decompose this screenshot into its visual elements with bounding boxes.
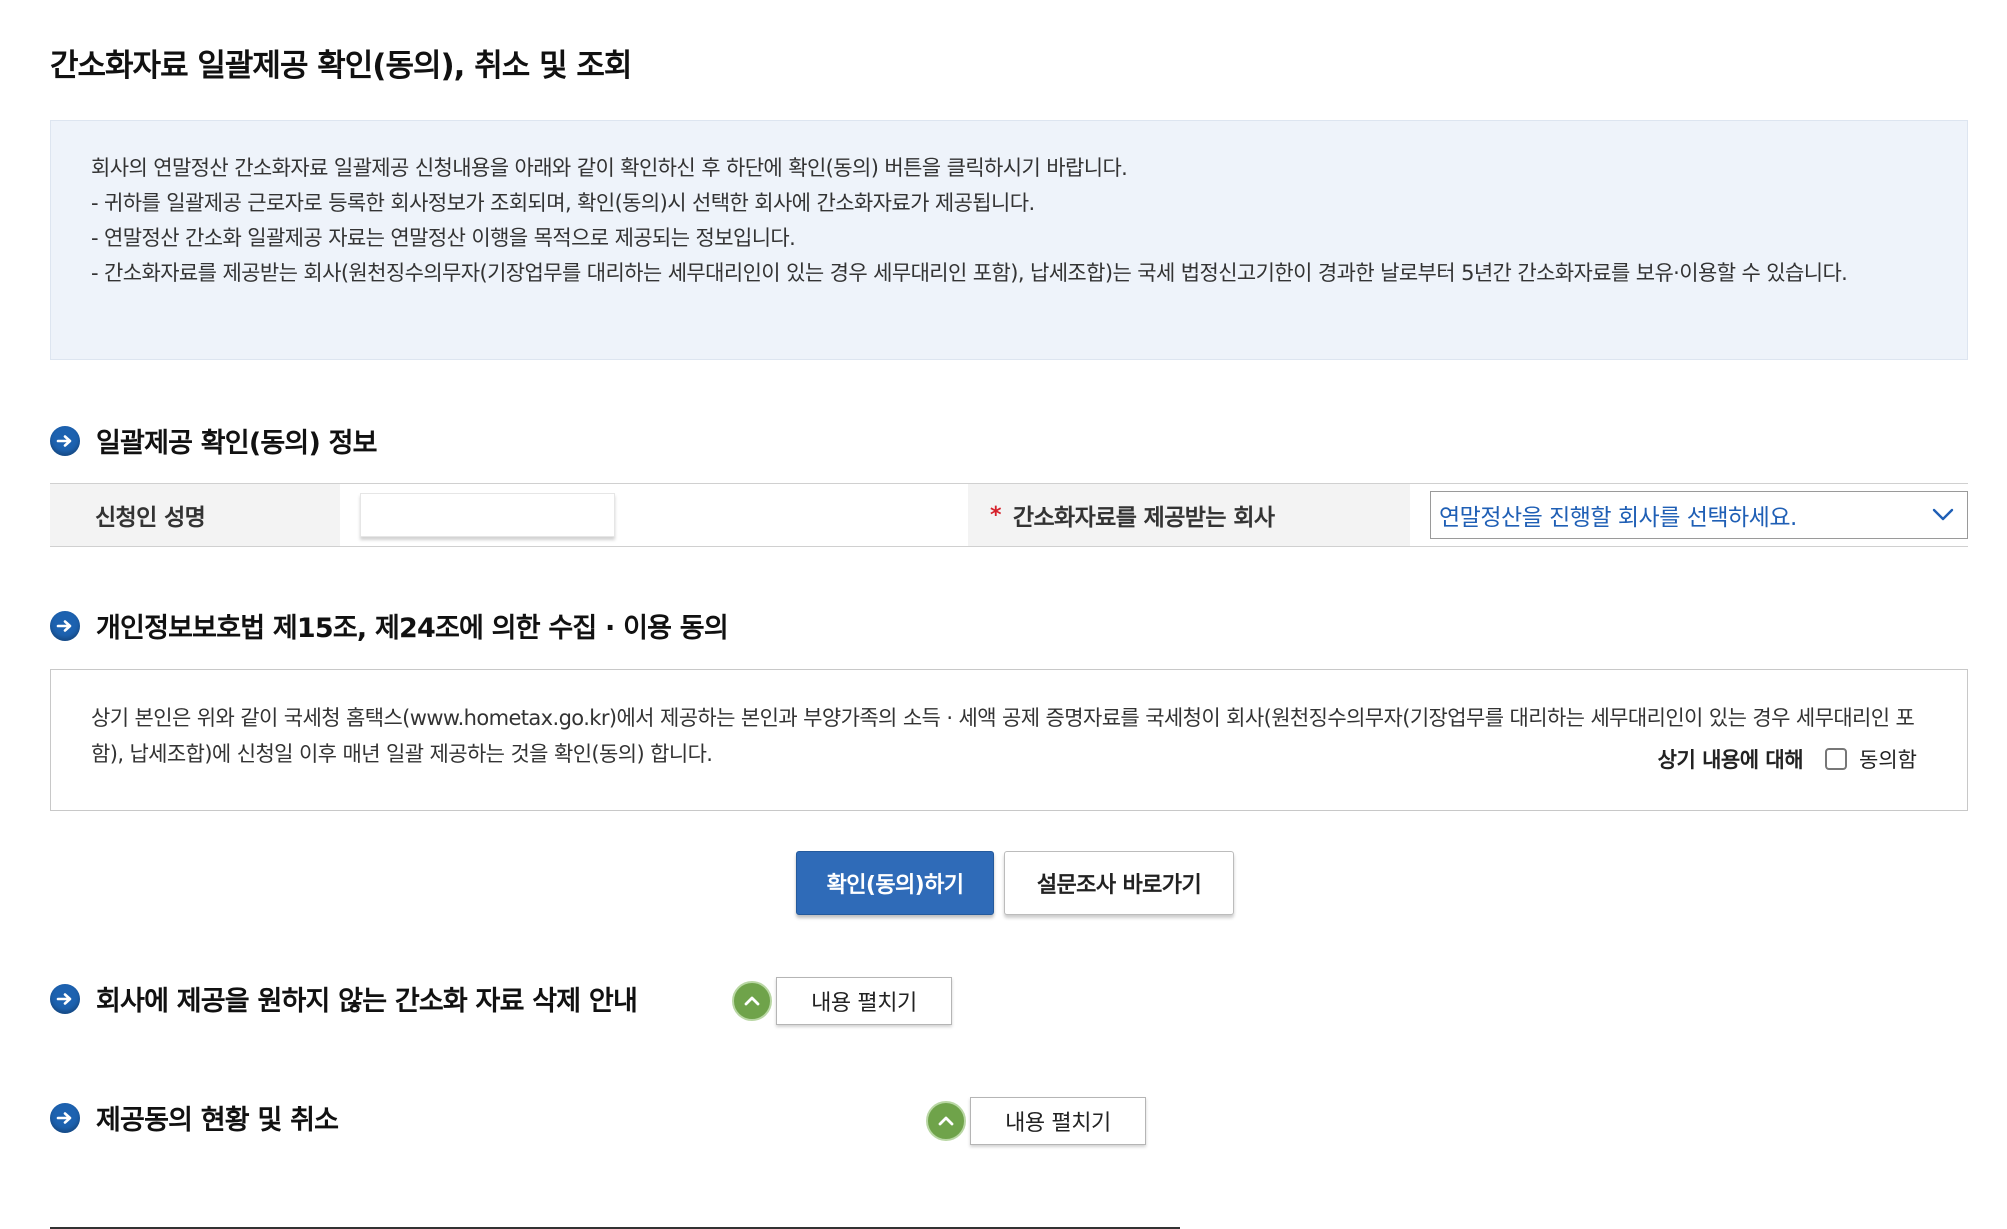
agree-prefix: 상기 내용에 대해 [1657, 748, 1804, 772]
notice-line: - 연말정산 간소화 일괄제공 자료는 연말정산 이행을 목적으로 제공되는 정… [91, 226, 796, 250]
circle-arrow-right-icon [50, 1102, 80, 1133]
agree-label[interactable]: 동의함 [1859, 744, 1917, 774]
company-select-value: 연말정산을 진행할 회사를 선택하세요. [1439, 505, 1797, 531]
privacy-section-header: 개인정보보호법 제15조, 제24조에 의한 수집 · 이용 동의 [50, 606, 729, 645]
info-table: 신청인 성명 * 간소화자료를 제공받는 회사 연말정산을 진행할 회사를 선택… [50, 483, 1968, 547]
page-title: 간소화자료 일괄제공 확인(동의), 취소 및 조회 [50, 48, 632, 84]
delete-expand-group: 내용 펼치기 [732, 977, 952, 1025]
circle-arrow-right-icon [50, 425, 80, 456]
privacy-section-title: 개인정보보호법 제15조, 제24조에 의한 수집 · 이용 동의 [96, 613, 729, 644]
info-section-title: 일괄제공 확인(동의) 정보 [96, 428, 377, 459]
applicant-value-cell [340, 484, 968, 546]
status-expand-button[interactable]: 내용 펼치기 [970, 1097, 1146, 1145]
delete-section-header: 회사에 제공을 원하지 않는 간소화 자료 삭제 안내 [50, 979, 638, 1018]
status-expand-group: 내용 펼치기 [926, 1097, 1146, 1145]
notice-box: 회사의 연말정산 간소화자료 일괄제공 신청내용을 아래와 같이 확인하신 후 … [50, 120, 1968, 360]
chevron-up-icon[interactable] [732, 981, 772, 1021]
notice-line: - 간소화자료를 제공받는 회사(원천징수의무자(기장업무를 대리하는 세무대리… [91, 261, 1848, 285]
confirm-button[interactable]: 확인(동의)하기 [796, 851, 994, 915]
company-select-cell: 연말정산을 진행할 회사를 선택하세요. [1410, 484, 1968, 546]
applicant-label: 신청인 성명 [95, 505, 206, 531]
status-section-header: 제공동의 현황 및 취소 [50, 1098, 339, 1137]
consent-box: 상기 본인은 위와 같이 국세청 홈택스(www.hometax.go.kr)에… [50, 669, 1968, 811]
notice-line: 회사의 연말정산 간소화자료 일괄제공 신청내용을 아래와 같이 확인하신 후 … [91, 156, 1128, 180]
required-mark: * [990, 502, 1002, 528]
company-select[interactable]: 연말정산을 진행할 회사를 선택하세요. [1430, 491, 1968, 539]
applicant-label-cell: 신청인 성명 [50, 484, 340, 546]
chevron-down-icon [1931, 504, 1955, 530]
company-label-cell: * 간소화자료를 제공받는 회사 [968, 484, 1410, 546]
delete-expand-button[interactable]: 내용 펼치기 [776, 977, 952, 1025]
agree-row: 상기 내용에 대해 동의함 [1658, 744, 1917, 774]
delete-section-title: 회사에 제공을 원하지 않는 간소화 자료 삭제 안내 [96, 986, 638, 1017]
company-label: 간소화자료를 제공받는 회사 [1012, 505, 1275, 531]
agree-checkbox[interactable] [1825, 748, 1848, 770]
applicant-name-field [360, 493, 615, 537]
chevron-up-icon[interactable] [926, 1101, 966, 1141]
circle-arrow-right-icon [50, 610, 80, 641]
notice-line: - 귀하를 일괄제공 근로자로 등록한 회사정보가 조회되며, 확인(동의)시 … [91, 191, 1035, 215]
info-section-header: 일괄제공 확인(동의) 정보 [50, 421, 377, 460]
circle-arrow-right-icon [50, 983, 80, 1014]
status-section-title: 제공동의 현황 및 취소 [96, 1105, 339, 1136]
consent-text: 상기 본인은 위와 같이 국세청 홈택스(www.hometax.go.kr)에… [91, 706, 1915, 766]
survey-button[interactable]: 설문조사 바로가기 [1004, 851, 1234, 915]
